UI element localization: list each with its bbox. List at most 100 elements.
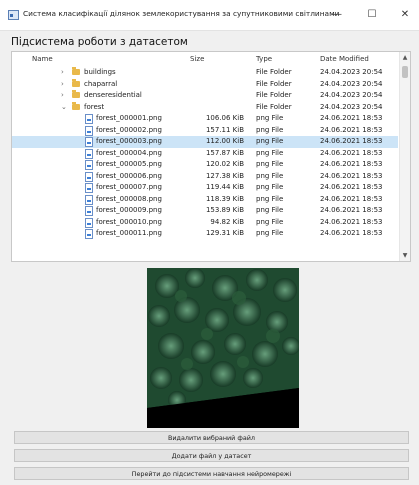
column-header-size[interactable]: Size xyxy=(190,55,204,63)
delete-file-button[interactable]: Видалити вибраний файл xyxy=(14,431,409,444)
row-size: 94.82 KiB xyxy=(210,217,244,226)
column-header-type[interactable]: Type xyxy=(256,55,272,63)
row-type: png File xyxy=(256,229,284,237)
row-name: forest_000008.png xyxy=(96,194,162,203)
png-file-icon xyxy=(85,183,93,193)
row-type: png File xyxy=(256,194,284,203)
row-size: 129.31 KiB xyxy=(205,229,244,237)
file-row[interactable]: forest_000008.png 118.39 KiB png File 24.06… xyxy=(12,194,398,206)
row-date: 24.06.2021 18:53 xyxy=(320,171,383,180)
file-tree-view[interactable]: Name Size Type Date Modified › buildings F… xyxy=(11,51,411,262)
row-name: forest_000011.png xyxy=(96,229,162,237)
row-name: denseresidential xyxy=(84,91,142,99)
row-date: 24.04.2023 20:54 xyxy=(320,79,383,88)
file-row[interactable]: forest_000004.png 157.87 KiB png File 24.06… xyxy=(12,148,398,160)
row-type: png File xyxy=(256,217,284,226)
row-date: 24.06.2021 18:53 xyxy=(320,148,383,157)
row-name: forest_000010.png xyxy=(96,217,162,226)
row-date: 24.04.2023 20:54 xyxy=(320,91,383,99)
file-row[interactable]: forest_000010.png 94.82 KiB png File 24.06.… xyxy=(12,217,398,229)
row-date: 24.04.2023 20:54 xyxy=(320,102,383,111)
png-file-icon xyxy=(85,217,93,228)
row-type: png File xyxy=(256,206,284,214)
scroll-up-icon[interactable]: ▲ xyxy=(400,54,410,61)
file-row[interactable]: forest_000009.png 153.89 KiB png File 24.06… xyxy=(12,205,398,217)
row-date: 24.06.2021 18:53 xyxy=(320,217,383,226)
row-name: forest_000003.png xyxy=(96,137,162,145)
row-name: forest_000007.png xyxy=(96,183,162,191)
row-date: 24.06.2021 18:53 xyxy=(320,114,383,122)
folder-row[interactable]: › chaparral File Folder 24.04.2023 20:54 xyxy=(12,78,398,91)
row-size: 153.89 KiB xyxy=(205,206,244,214)
row-name: forest_000004.png xyxy=(96,148,162,157)
row-type: File Folder xyxy=(256,79,292,88)
column-header-name[interactable]: Name xyxy=(32,55,53,63)
file-row[interactable]: forest_000005.png 120.02 KiB png File 24.06… xyxy=(12,159,398,171)
row-name: forest_000001.png xyxy=(96,114,162,122)
row-size: 120.02 KiB xyxy=(205,160,244,168)
row-type: png File xyxy=(256,183,284,191)
row-date: 24.06.2021 18:53 xyxy=(320,229,383,237)
row-name: forest_000002.png xyxy=(96,125,162,134)
row-size: 118.39 KiB xyxy=(205,194,244,203)
folder-row[interactable]: ⌄ forest File Folder 24.04.2023 20:54 xyxy=(12,101,398,114)
file-row[interactable]: forest_000002.png 157.11 KiB png File 24.06… xyxy=(12,125,398,137)
vertical-scrollbar[interactable]: ▲ ▼ xyxy=(399,52,410,261)
png-file-icon xyxy=(85,137,93,147)
folder-icon xyxy=(72,67,80,75)
folder-icon xyxy=(72,78,80,87)
png-file-icon xyxy=(85,206,93,216)
go-to-training-button[interactable]: Перейти до підсистеми навчання нейромере… xyxy=(14,467,409,480)
add-file-button[interactable]: Додати файл у датасет xyxy=(14,449,409,462)
png-file-icon xyxy=(85,148,93,159)
row-type: png File xyxy=(256,171,284,180)
row-type: png File xyxy=(256,125,284,134)
file-row[interactable]: forest_000007.png 119.44 KiB png File 24.06… xyxy=(12,182,398,194)
row-date: 24.06.2021 18:53 xyxy=(320,137,383,145)
minimize-button[interactable]: — xyxy=(320,0,354,30)
folder-icon xyxy=(72,101,80,110)
png-file-icon xyxy=(85,194,93,205)
title-bar: Система класифікації ділянок землекорист… xyxy=(0,0,419,31)
scrollbar-thumb[interactable] xyxy=(402,66,408,78)
folder-icon xyxy=(72,90,80,98)
forest-image xyxy=(147,268,300,428)
app-icon xyxy=(8,10,19,20)
row-type: png File xyxy=(256,114,284,122)
maximize-button[interactable]: ☐ xyxy=(355,0,389,30)
png-file-icon xyxy=(85,229,93,239)
close-button[interactable]: ✕ xyxy=(388,0,419,30)
column-header-date[interactable]: Date Modified xyxy=(320,55,369,63)
row-date: 24.06.2021 18:53 xyxy=(320,194,383,203)
row-size: 157.11 KiB xyxy=(205,125,244,134)
file-row[interactable]: forest_000011.png 129.31 KiB png File 24.06… xyxy=(12,228,398,240)
scroll-down-icon[interactable]: ▼ xyxy=(400,252,410,259)
row-name: forest_000009.png xyxy=(96,206,162,214)
file-row[interactable]: forest_000001.png 106.06 KiB png File 24.06… xyxy=(12,113,398,125)
folder-row[interactable]: › denseresidential File Folder 24.04.2023 2… xyxy=(12,90,398,102)
row-size: 112.00 KiB xyxy=(205,137,244,145)
png-file-icon xyxy=(85,171,93,182)
row-size: 157.87 KiB xyxy=(205,148,244,157)
row-name: forest_000005.png xyxy=(96,160,162,168)
row-name: forest xyxy=(84,102,105,111)
row-date: 24.04.2023 20:54 xyxy=(320,68,383,76)
row-date: 24.06.2021 18:53 xyxy=(320,160,383,168)
file-row[interactable]: forest_000003.png 112.00 KiB png File 24.06… xyxy=(12,136,398,148)
chevron-right-icon[interactable]: › xyxy=(61,91,64,99)
row-name: chaparral xyxy=(84,79,118,88)
row-type: File Folder xyxy=(256,102,292,111)
row-type: File Folder xyxy=(256,68,292,76)
row-type: File Folder xyxy=(256,91,292,99)
file-row[interactable]: forest_000006.png 127.38 KiB png File 24.06… xyxy=(12,171,398,183)
png-file-icon xyxy=(85,114,93,124)
folder-row[interactable]: › buildings File Folder 24.04.2023 20:54 xyxy=(12,67,398,79)
row-name: forest_000006.png xyxy=(96,171,162,180)
row-size: 119.44 KiB xyxy=(205,183,244,191)
row-size: 106.06 KiB xyxy=(205,114,244,122)
chevron-right-icon[interactable]: › xyxy=(61,68,64,76)
row-date: 24.06.2021 18:53 xyxy=(320,206,383,214)
chevron-right-icon[interactable]: › xyxy=(61,80,64,88)
chevron-down-icon[interactable]: ⌄ xyxy=(61,103,67,111)
png-file-icon xyxy=(85,160,93,170)
